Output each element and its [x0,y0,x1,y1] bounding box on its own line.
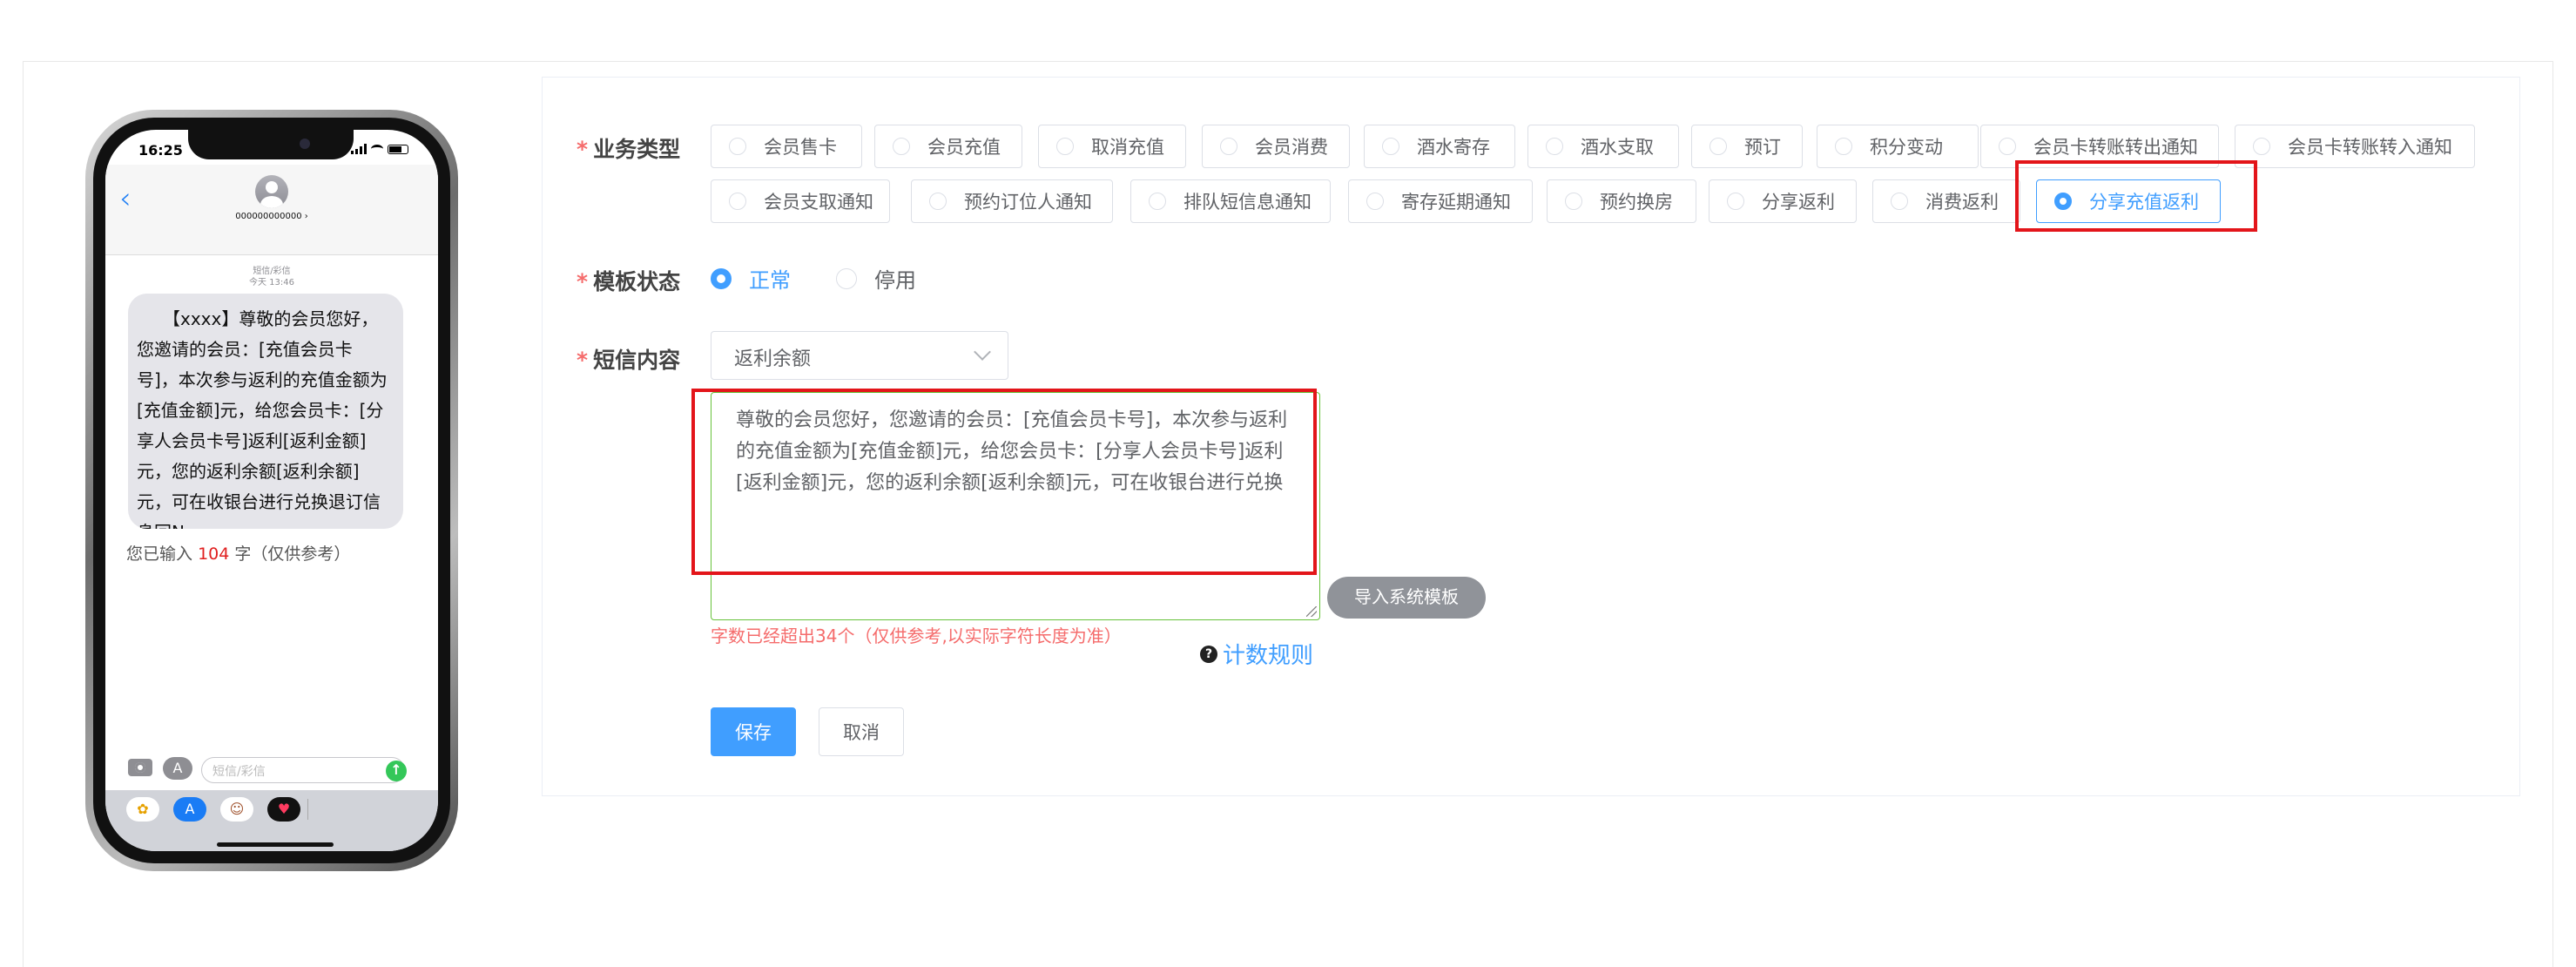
message-header: ‹ 000000000000 › [105,165,438,255]
option-member-withdraw-notice[interactable]: 会员支取通知 [711,179,890,223]
camera-icon[interactable] [128,759,152,776]
variable-select-value: 返利余额 [734,348,812,370]
message-input[interactable]: 短信/彩信 [201,757,405,783]
char-count: 您已输入 104 字（仅供参考） [126,544,351,564]
back-chevron-icon[interactable]: ‹ [119,184,131,213]
resize-handle-icon[interactable] [1306,606,1317,617]
option-queue-sms-notice[interactable]: 排队短信息通知 [1130,179,1331,223]
memoji-icon[interactable]: ☺ [220,797,253,822]
option-room-change[interactable]: 预约换房 [1547,179,1696,223]
highlight-selected-type [2015,160,2257,232]
option-consume-rebate[interactable]: 消费返利 [1872,179,2020,223]
phone-screen: 16:25 ‹ 000000000000 › 短信/彩信 今天 13:46 【x… [105,130,438,851]
message-bubble: 【xxxx】尊敬的会员您好，您邀请的会员：[充值会员卡号]，本次参与返利的充值金… [128,294,403,529]
option-points-change[interactable]: 积分变动 [1817,125,1979,168]
status-normal-radio[interactable]: 正常 [711,263,791,294]
option-member-recharge[interactable]: 会员充值 [874,125,1022,168]
question-icon: ? [1200,645,1217,663]
app-store-dock-icon[interactable]: A [173,797,206,822]
message-bubble-text: 【xxxx】尊敬的会员您好，您邀请的会员：[充值会员卡号]，本次参与返利的充值金… [137,308,388,529]
option-cancel-recharge[interactable]: 取消充值 [1038,125,1186,168]
option-share-rebate[interactable]: 分享返利 [1709,179,1857,223]
chevron-down-icon [974,343,991,361]
message-time: 今天 13:46 [249,278,294,287]
status-time: 16:25 [138,142,183,159]
business-type-label: * 业务类型 [577,137,681,162]
status-disabled-radio[interactable]: 停用 [836,263,916,294]
count-rules-text[interactable]: 计数规则 [1223,638,1313,670]
length-warning: 字数已经超出34个（仅供参考,以实际字符长度为准） [711,626,1122,646]
template-status-label: * 模板状态 [577,269,681,294]
phone-notch [188,130,354,159]
option-reservation[interactable]: 预订 [1691,125,1803,168]
app-store-icon[interactable]: A [163,757,192,780]
battery-icon [388,144,408,154]
contact-number[interactable]: 000000000000 › [105,212,438,221]
photos-icon[interactable]: ✿ [126,797,159,822]
signal-icon [351,144,367,154]
cancel-button[interactable]: 取消 [819,707,904,756]
option-deposit-extension-notice[interactable]: 寄存延期通知 [1348,179,1533,223]
heart-icon[interactable]: ♥ [267,797,300,822]
option-booker-notice[interactable]: 预约订位人通知 [911,179,1113,223]
message-input-bar: A 短信/彩信 ↑ [105,752,438,787]
import-template-button[interactable]: 导入系统模板 [1327,577,1486,619]
variable-select[interactable]: 返利余额 [711,331,1008,380]
wifi-icon [371,145,383,153]
save-button[interactable]: 保存 [711,707,796,756]
option-member-consume[interactable]: 会员消费 [1202,125,1350,168]
phone-preview: 16:25 ‹ 000000000000 › 短信/彩信 今天 13:46 【x… [85,110,458,871]
status-icons [351,144,408,154]
option-transfer-in-notice[interactable]: 会员卡转账转入通知 [2235,125,2475,168]
highlight-sms-content [691,389,1317,575]
avatar-icon[interactable] [255,175,288,208]
message-meta: 短信/彩信 今天 13:46 [105,266,438,288]
option-member-card-sale[interactable]: 会员售卡 [711,125,862,168]
char-count-value: 104 [198,544,230,564]
option-liquor-deposit[interactable]: 酒水寄存 [1364,125,1515,168]
option-liquor-withdraw[interactable]: 酒水支取 [1527,125,1679,168]
sms-content-label: * 短信内容 [577,348,681,373]
home-indicator [217,842,334,847]
send-arrow-icon[interactable]: ↑ [386,761,407,781]
message-type: 短信/彩信 [253,267,291,276]
count-rules-link[interactable]: ? 计数规则 [1200,638,1313,670]
